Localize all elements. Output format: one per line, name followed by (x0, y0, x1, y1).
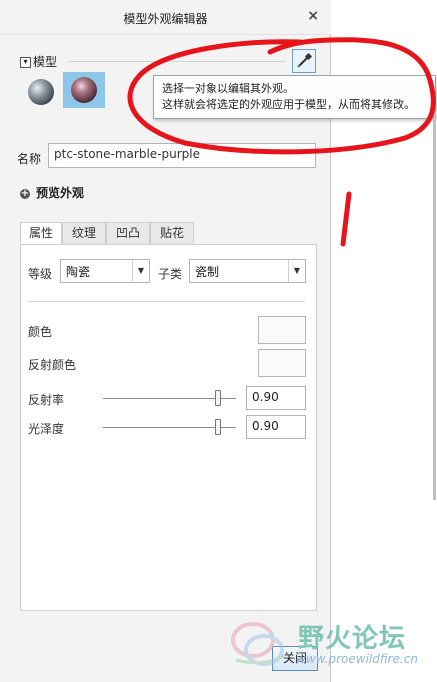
gloss-slider-thumb[interactable] (215, 419, 221, 435)
reflectivity-label: 反射率 (28, 393, 65, 407)
properties-divider (28, 301, 305, 302)
eyedropper-icon (297, 52, 313, 68)
collapse-toggle-icon[interactable]: ▾ (20, 57, 31, 68)
preview-label: 预览外观 (36, 186, 85, 200)
title-bar[interactable]: 模型外观编辑器 × (0, 0, 331, 35)
tab-properties[interactable]: 属性 (20, 222, 62, 245)
color-swatch[interactable] (258, 316, 306, 344)
tab-texture[interactable]: 纹理 (62, 222, 106, 244)
name-label: 名称 (17, 152, 42, 166)
dialog-title: 模型外观编辑器 (123, 12, 208, 26)
reflection-color-label: 反射颜色 (28, 358, 77, 372)
tooltip-line-2: 这样就会将选定的外观应用于模型，从而将其修改。 (162, 98, 415, 111)
tab-decal[interactable]: 贴花 (150, 222, 194, 244)
preview-appearance-toggle[interactable]: + 预览外观 (20, 184, 84, 201)
expand-plus-icon: + (20, 187, 30, 199)
page-scrollbar[interactable] (433, 110, 436, 500)
watermark-text: 野火论坛 (298, 624, 407, 654)
reflectivity-slider-thumb[interactable] (215, 390, 221, 406)
gloss-label: 光泽度 (28, 422, 65, 436)
eyedropper-button[interactable] (292, 49, 316, 73)
color-label: 颜色 (28, 325, 53, 339)
subclass-select[interactable]: 瓷制 ▼ (189, 259, 306, 283)
chevron-down-icon: ▼ (288, 260, 305, 282)
close-icon[interactable]: × (307, 8, 319, 24)
section-divider (68, 61, 286, 62)
tab-bump[interactable]: 凹凸 (106, 222, 150, 244)
selected-appearance-swatch[interactable] (63, 72, 105, 108)
steel-sphere-icon[interactable] (28, 79, 54, 105)
name-input[interactable]: ptc-stone-marble-purple (48, 143, 316, 168)
red-stroke-annotation (340, 191, 352, 247)
tooltip-line-1: 选择一对象以编辑其外观。 (162, 82, 294, 95)
watermark-url: www.proewildfire.cn (296, 652, 418, 666)
eyedropper-tooltip: 选择一对象以编辑其外观。 这样就会将选定的外观应用于模型，从而将其修改。 (153, 75, 436, 119)
class-label: 等级 (28, 267, 53, 281)
subclass-select-value: 瓷制 (195, 265, 220, 279)
stone-marble-purple-sphere-icon (71, 77, 97, 103)
subclass-label: 子类 (158, 267, 183, 281)
gloss-input[interactable]: 0.90 (246, 415, 306, 439)
class-select[interactable]: 陶瓷 ▼ (60, 259, 150, 283)
model-section-label: 模型 (33, 55, 58, 69)
reflectivity-input[interactable]: 0.90 (246, 386, 306, 410)
chevron-down-icon: ▼ (132, 260, 149, 282)
class-select-value: 陶瓷 (66, 265, 91, 279)
reflection-color-swatch[interactable] (258, 349, 306, 377)
model-section-header[interactable]: ▾ 模型 (20, 53, 57, 70)
